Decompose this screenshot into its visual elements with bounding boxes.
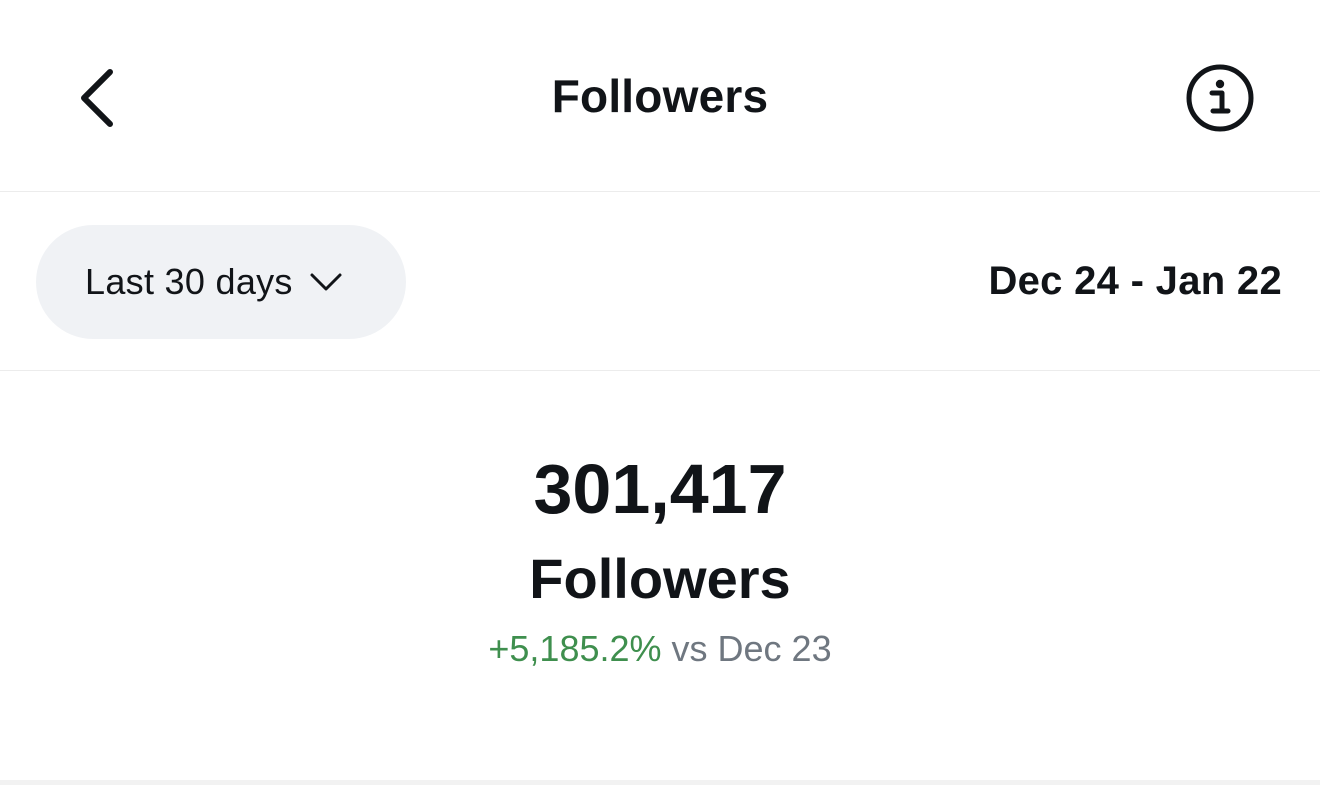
date-range-dropdown-label: Last 30 days [85, 261, 293, 302]
chevron-left-icon [81, 69, 113, 127]
section-divider [0, 780, 1320, 785]
followers-change-row: +5,185.2% vs Dec 23 [0, 627, 1320, 671]
chevron-down-icon [309, 271, 343, 293]
date-range-text: Dec 24 - Jan 22 [988, 259, 1282, 303]
followers-change-percent: +5,185.2% [488, 628, 662, 669]
info-icon [1186, 64, 1254, 132]
date-range-dropdown[interactable]: Last 30 days [36, 225, 406, 339]
followers-insights-screen: Followers Last 30 days Dec 24 - Jan 22 3… [0, 0, 1320, 785]
info-button[interactable] [1176, 54, 1264, 142]
followers-count-label: Followers [529, 547, 791, 610]
back-button[interactable] [60, 56, 136, 140]
filter-row: Last 30 days Dec 24 - Jan 22 [0, 192, 1320, 371]
followers-change-comparison: vs Dec 23 [671, 628, 832, 669]
followers-summary: 301,417 Followers +5,185.2% vs Dec 23 [0, 371, 1320, 780]
page-title: Followers [551, 70, 769, 122]
header-bar: Followers [0, 0, 1320, 192]
followers-count: 301,417 [533, 450, 787, 528]
